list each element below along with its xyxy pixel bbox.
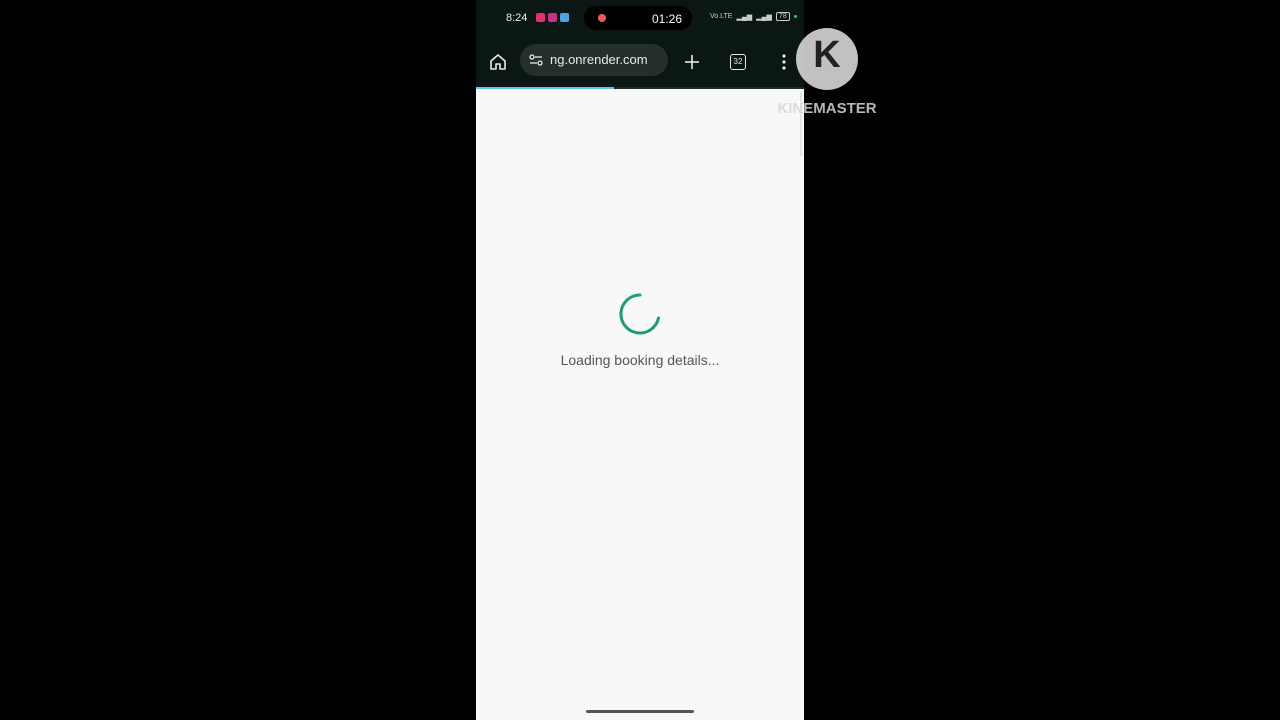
kinemaster-wordmark: KINEMASTER	[777, 100, 877, 117]
phone-screen: 8:24 01:26 Vo LTE ▂▄▆ ▂▄▆ 78 ng.onrender…	[476, 0, 804, 720]
signal-icon: ▂▄▆	[736, 13, 753, 21]
gesture-home-indicator[interactable]	[586, 710, 694, 713]
tabs-icon[interactable]: 32	[730, 54, 746, 70]
loading-spinner-icon	[619, 293, 660, 335]
record-dot-icon	[598, 14, 606, 22]
page-load-progress-fill	[476, 87, 614, 89]
kinemaster-logo-letter: K	[813, 34, 841, 76]
plus-icon[interactable]	[682, 52, 702, 72]
status-bar: 8:24 01:26 Vo LTE ▂▄▆ ▂▄▆ 78	[476, 0, 804, 36]
telegram-icon	[560, 13, 569, 22]
privacy-indicator-dot	[793, 15, 797, 18]
tune-icon[interactable]	[528, 53, 544, 67]
notification-icons	[536, 13, 569, 22]
home-icon[interactable]	[488, 52, 508, 72]
volte-label: Vo LTE	[710, 13, 733, 20]
recording-time: 01:26	[652, 12, 683, 26]
instagram-icon	[548, 13, 557, 22]
url-text[interactable]: ng.onrender.com	[550, 52, 664, 67]
battery-icon: 78	[775, 12, 790, 21]
screen-recording-pill[interactable]: 01:26	[584, 6, 692, 30]
browser-toolbar: ng.onrender.com 32	[476, 40, 804, 84]
kinemaster-logo: K	[796, 28, 858, 90]
kinemaster-watermark: K KINEMASTER	[772, 28, 882, 120]
loading-message: Loading booking details...	[560, 352, 720, 368]
status-time: 8:24	[506, 12, 528, 24]
signal-icon: ▂▄▆	[756, 13, 772, 21]
system-icons: Vo LTE ▂▄▆ ▂▄▆ 78	[710, 12, 797, 21]
address-bar[interactable]: ng.onrender.com	[520, 44, 668, 76]
instagram-icon	[536, 13, 545, 22]
browser-topbar: 8:24 01:26 Vo LTE ▂▄▆ ▂▄▆ 78 ng.onrender…	[476, 0, 804, 88]
